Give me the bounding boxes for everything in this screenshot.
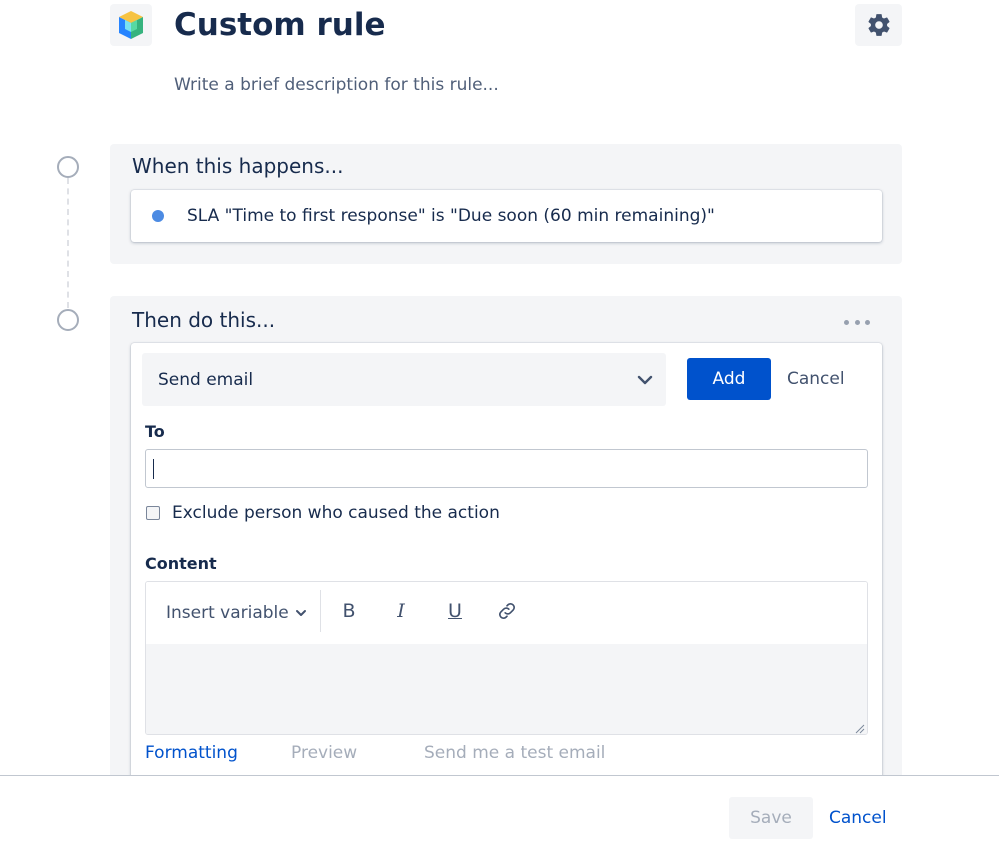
chevron-down-icon	[637, 375, 653, 384]
timeline-dot-action	[57, 309, 79, 331]
trigger-section-title: When this happens...	[132, 154, 344, 178]
timeline-connector	[67, 178, 69, 308]
underline-icon: U	[448, 600, 462, 622]
tab-formatting[interactable]: Formatting	[145, 743, 238, 763]
action-section: Then do this... Send email Add Cancel To…	[110, 296, 902, 786]
link-button[interactable]	[492, 596, 522, 626]
trigger-bullet-icon	[152, 210, 164, 222]
editor-toolbar: Insert variable B I U	[146, 582, 867, 644]
trigger-text: SLA "Time to first response" is "Due soo…	[187, 206, 715, 226]
save-button[interactable]: Save	[729, 797, 813, 839]
resize-grip-icon[interactable]	[855, 724, 865, 734]
trigger-section: When this happens... SLA "Time to first …	[110, 144, 902, 264]
cancel-action-button[interactable]: Cancel	[787, 358, 845, 400]
editor-textarea[interactable]	[146, 644, 867, 734]
more-options-button[interactable]	[842, 314, 872, 330]
insert-variable-dropdown[interactable]: Insert variable	[166, 598, 307, 628]
page-title: Custom rule	[174, 7, 386, 43]
action-type-value: Send email	[158, 369, 254, 390]
chevron-down-icon	[295, 610, 306, 616]
italic-button[interactable]: I	[386, 596, 416, 626]
action-card: Send email Add Cancel To Exclude person …	[131, 343, 882, 783]
content-label: Content	[145, 554, 217, 573]
content-editor: Insert variable B I U	[145, 581, 868, 735]
exclude-checkbox[interactable]	[146, 506, 160, 520]
footer-bar: Save Cancel	[0, 775, 999, 857]
underline-button[interactable]: U	[440, 596, 470, 626]
rule-cube-icon	[110, 4, 152, 46]
to-input[interactable]	[145, 449, 868, 488]
tab-preview[interactable]: Preview	[291, 743, 357, 763]
more-dot-icon	[844, 319, 849, 325]
cancel-button[interactable]: Cancel	[829, 797, 887, 839]
insert-variable-label: Insert variable	[166, 603, 289, 623]
timeline-dot-trigger	[57, 156, 79, 178]
trigger-card[interactable]: SLA "Time to first response" is "Due soo…	[131, 190, 882, 242]
tab-send-test-email[interactable]: Send me a test email	[424, 743, 605, 763]
rule-description-input[interactable]: Write a brief description for this rule.…	[174, 72, 499, 98]
add-button[interactable]: Add	[687, 358, 771, 400]
exclude-label: Exclude person who caused the action	[172, 503, 500, 523]
link-icon	[499, 603, 515, 619]
text-caret	[153, 458, 154, 479]
italic-icon: I	[397, 600, 405, 622]
more-dot-icon	[865, 319, 870, 325]
exclude-row: Exclude person who caused the action	[146, 503, 500, 523]
more-dot-icon	[854, 319, 860, 325]
to-label: To	[145, 422, 165, 441]
bold-icon: B	[342, 600, 356, 622]
gear-icon	[867, 14, 890, 36]
action-section-title: Then do this...	[132, 308, 276, 332]
settings-button[interactable]	[855, 4, 902, 46]
action-type-select[interactable]: Send email	[142, 353, 666, 406]
bold-button[interactable]: B	[334, 596, 364, 626]
toolbar-divider	[320, 590, 321, 632]
